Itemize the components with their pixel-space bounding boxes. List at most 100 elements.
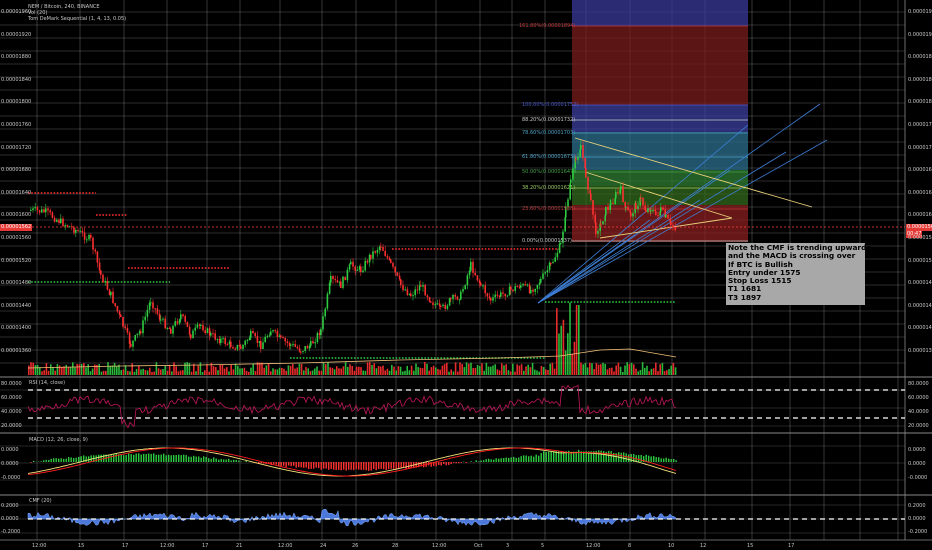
candle-body [182,314,184,317]
macd-histogram-bar [660,458,662,462]
td-sequential-label[interactable]: Tom DeMark Sequential (1, 4, 13, 0.05) [28,16,126,22]
macd-histogram-bar [148,453,150,462]
macd-histogram-bar [305,462,307,468]
macd-histogram-bar [180,455,182,462]
volume-bar [419,367,422,375]
macd-histogram-bar [670,459,672,462]
price-axis-label: 0.00001640 [908,189,932,196]
macd-histogram-bar [405,462,407,470]
volume-bar [584,363,587,375]
volume-bar [245,370,248,375]
macd-histogram-bar [240,461,242,462]
volume-bar [666,370,668,375]
candle-body [422,285,424,287]
macd-histogram-bar [313,462,315,469]
volume-bar [465,362,468,375]
candle-body [246,339,249,341]
candle-body [134,335,136,341]
macd-histogram-bar [123,455,125,462]
volume-bar [124,365,127,375]
candle-body [625,206,627,208]
candle-body [482,285,484,287]
volume-bar [668,369,670,375]
rsi-pane-title[interactable]: RSI (14, close) [29,380,65,386]
volume-bar [168,364,171,375]
macd-histogram-bar [310,462,312,469]
volume-bar [89,371,92,375]
macd-histogram-bar [503,458,505,462]
volume-bar [338,368,340,375]
cmf-pane-title[interactable]: CMF (20) [29,498,52,504]
time-axis-label: 15 [78,543,85,549]
volume-bar [485,362,488,375]
macd-histogram-bar [393,462,395,469]
candle-body [248,337,251,340]
candle-body [582,145,584,158]
macd-histogram-bar [238,460,240,462]
price-axis-label: 0.00001520 [908,257,932,264]
candle-body [250,331,252,338]
volume-bar [164,365,166,375]
rsi-axis-label-left: 80.0000 [1,381,22,387]
macd-histogram-bar [125,455,127,462]
price-axis-label: 0.00001360 [908,348,932,354]
macd-histogram-bar [650,456,652,462]
volume-bar [351,366,353,375]
candle-body [570,179,572,184]
volume-bar [443,364,446,375]
volume-bar [507,370,510,375]
macd-histogram-bar [348,462,350,470]
volume-bar [516,364,518,375]
macd-histogram-bar [460,462,462,463]
volume-bar [287,365,290,375]
price-axis-label-left: 0.00001760 [1,122,32,128]
macd-histogram-bar [185,455,187,462]
volume-bar [663,371,666,375]
macd-histogram-bar [245,460,247,462]
volume-bar [355,366,358,375]
trade-note[interactable]: Note the CMF is trending upwards and the… [726,243,871,305]
macd-histogram-bar [483,460,485,462]
volume-bar [129,371,131,375]
volume-bar [340,368,342,375]
candle-body [210,333,212,336]
candle-body [146,309,149,317]
volume-bar [630,362,633,375]
macd-pane-title[interactable]: MACD (12, 26, close, 9) [29,437,88,443]
macd-histogram-bar [470,461,472,462]
candle-body [274,330,276,332]
macd-histogram-bar [153,453,155,462]
fib-level-label: 50.00%(0.00001647) [522,169,576,175]
time-axis-label: 12 [700,543,707,549]
candle-body [604,215,606,222]
candle-body [254,333,256,337]
macd-histogram-bar [368,462,370,471]
price-axis-label: 0.00001560 [908,235,932,241]
candle-body [66,225,69,227]
cmf-axis-label-left: 0.0000 [1,516,19,522]
time-axis-label: 17 [202,543,209,549]
macd-histogram-bar [173,455,175,462]
candle-body [176,321,179,324]
macd-histogram-bar [408,462,410,469]
volume-bar [243,367,246,375]
macd-histogram-bar [518,457,520,462]
macd-histogram-bar [323,462,325,469]
macd-histogram-bar [133,454,135,462]
macd-axis-label-left: 0.0000 [1,447,19,453]
fib-level-label: 78.60%(0.00001703) [522,130,576,136]
candle-body [600,223,602,225]
macd-histogram-bar [490,459,492,462]
macd-histogram-bar [478,461,480,462]
volume-bar [523,370,525,375]
volume-bar [58,365,61,375]
volume-bar [397,366,400,375]
volume-bar [261,362,263,375]
price-axis-label: 0.00001880 [908,54,932,61]
volume-bar [527,364,529,375]
price-axis-label-left: 0.00001440 [1,302,32,309]
volume-bar [179,370,182,375]
volume-bar [410,365,413,375]
candle-body [376,250,379,253]
candle-body [520,285,522,288]
